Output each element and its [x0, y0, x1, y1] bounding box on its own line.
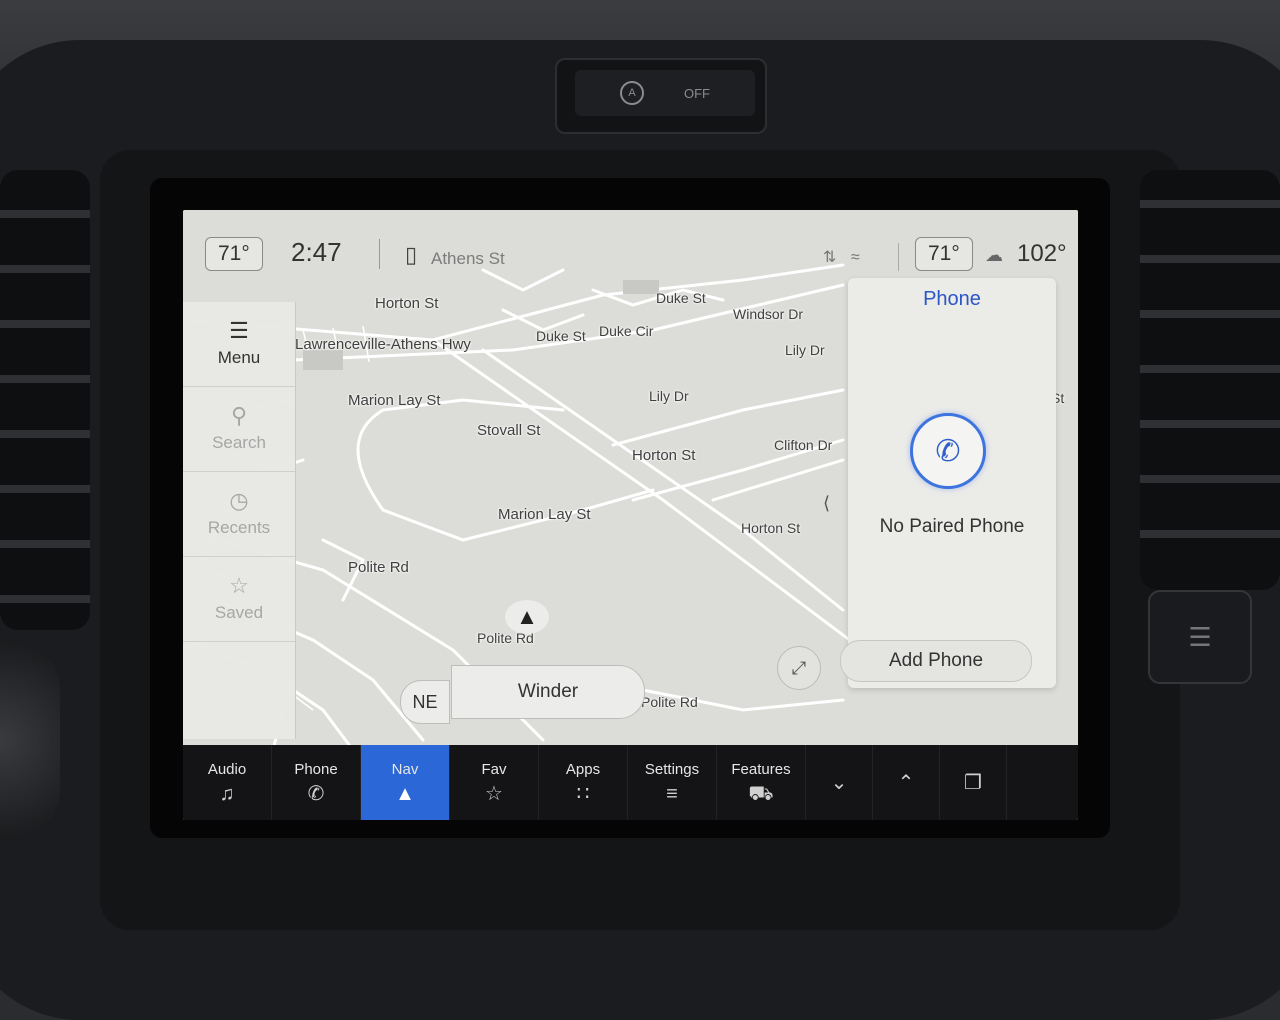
fullscreen-map-button[interactable]: ⤢ — [777, 646, 821, 690]
street-label: Polite Rd — [641, 694, 698, 710]
current-area-label: Winder — [451, 665, 645, 719]
apps-grid-icon: ∷ — [576, 783, 590, 805]
phone-icon: ✆ — [307, 783, 325, 805]
bottom-phone-label: Phone — [294, 761, 338, 778]
street-label: Windsor Dr — [733, 306, 804, 322]
bottom-nav-bar: Audio ♫ Phone ✆ Nav ▲ Fav ☆ Apps ∷ Setti… — [183, 745, 1078, 820]
left-air-vent — [0, 170, 90, 630]
star-icon: ☆ — [229, 573, 249, 598]
vehicle-position-icon: ▲ — [505, 600, 549, 634]
bottom-settings-button[interactable]: Settings ≡ — [628, 745, 717, 820]
status-icons: ⇅ ≈ — [823, 247, 870, 267]
nav-side-panel: ☰ Menu ⚲ Search ◷ Recents ☆ Saved — [183, 302, 296, 739]
nav-search-label: Search — [212, 433, 266, 452]
data-transfer-icon: ⇅ — [823, 249, 837, 266]
bottom-features-label: Features — [731, 761, 791, 778]
music-note-icon: ♫ — [219, 783, 235, 805]
outside-temp: 102° — [1017, 240, 1067, 267]
street-label: Duke St — [536, 328, 586, 344]
layers-icon: ❐ — [964, 771, 982, 794]
street-label: Horton St — [632, 447, 696, 464]
nav-saved-button[interactable]: ☆ Saved — [183, 557, 295, 642]
street-label: Lawrenceville-Athens Hwy — [295, 336, 471, 353]
infotainment-screen: Horton St Lawrenceville-Athens Hwy Duke … — [183, 210, 1078, 820]
nav-menu-label: Menu — [217, 348, 261, 367]
cabin-temp-badge[interactable]: 71° — [205, 237, 263, 271]
star-plus-icon: ☆ — [485, 783, 503, 805]
right-air-vent — [1140, 170, 1280, 590]
street-label: Clifton Dr — [774, 437, 833, 453]
status-bar: 71° 2:47 ▯ Athens St ⇅ ≈ 71° ☁ 102° — [183, 225, 1078, 275]
bottom-fav-label: Fav — [481, 761, 507, 778]
clock-icon: ◷ — [229, 488, 249, 513]
bottom-audio-button[interactable]: Audio ♫ — [183, 745, 272, 820]
street-label: Duke St — [656, 290, 706, 306]
phone-icon[interactable]: ✆ — [910, 413, 986, 489]
bottom-settings-label: Settings — [644, 761, 700, 778]
lines-icon: ☰ — [1188, 621, 1212, 652]
bottom-apps-label: Apps — [565, 761, 601, 778]
app-switcher-button[interactable]: ❐ — [940, 745, 1007, 820]
bottom-nav-label: Nav — [391, 761, 419, 778]
bottom-features-button[interactable]: Features ⛟ — [717, 745, 806, 820]
street-label: Marion Lay St — [348, 392, 441, 409]
truck-icon: ⛟ — [748, 783, 774, 805]
scroll-down-button[interactable]: ⌄ — [806, 745, 873, 820]
auto-start-stop-icon: A — [620, 81, 644, 105]
side-menu-button[interactable]: ☰ — [1148, 590, 1252, 684]
street-label: Horton St — [375, 295, 439, 312]
volume-knob[interactable] — [0, 640, 60, 840]
sliders-icon: ≡ — [666, 783, 678, 805]
phone-battery-icon: ▯ — [405, 242, 418, 267]
collapse-panel-chevron-icon[interactable]: ⟨ — [823, 493, 830, 514]
bottom-fav-button[interactable]: Fav ☆ — [450, 745, 539, 820]
nav-recents-label: Recents — [207, 518, 271, 537]
cloud-icon: ☁ — [985, 245, 1003, 265]
climate-temp-badge[interactable]: 71° — [915, 237, 973, 271]
street-label: Duke Cir — [599, 323, 654, 339]
climate-temp: 71° — [928, 242, 960, 265]
cabin-temp: 71° — [218, 242, 250, 265]
nav-menu-button[interactable]: ☰ Menu — [183, 302, 295, 387]
bottom-nav-button[interactable]: Nav ▲ — [361, 745, 450, 820]
auto-start-stop-button[interactable]: A OFF — [575, 70, 755, 116]
street-label: Lily Dr — [649, 388, 689, 404]
status-divider — [898, 243, 899, 271]
street-label: Marion Lay St — [498, 506, 591, 523]
phone-panel: Phone ✆ No Paired Phone Add Phone — [840, 278, 1056, 688]
street-label: Horton St — [741, 520, 801, 536]
nav-recents-button[interactable]: ◷ Recents — [183, 472, 295, 557]
chevron-up-icon: ⌃ — [897, 771, 915, 794]
bottom-apps-button[interactable]: Apps ∷ — [539, 745, 628, 820]
clock: 2:47 — [291, 237, 342, 267]
phone-panel-title[interactable]: Phone — [848, 288, 1056, 311]
bottom-phone-button[interactable]: Phone ✆ — [272, 745, 361, 820]
auto-start-stop-off-label: OFF — [684, 85, 710, 101]
search-icon: ⚲ — [230, 403, 248, 428]
street-label: Polite Rd — [348, 559, 409, 576]
wifi-icon: ≈ — [850, 249, 860, 266]
nav-search-button[interactable]: ⚲ Search — [183, 387, 295, 472]
status-divider — [379, 239, 380, 269]
current-street: Athens St — [431, 249, 505, 268]
nav-saved-label: Saved — [214, 603, 264, 622]
navigation-icon: ▲ — [395, 783, 415, 805]
expand-icon: ⤢ — [791, 657, 807, 678]
chevron-down-icon: ⌄ — [830, 771, 848, 794]
compass-heading[interactable]: NE — [400, 680, 450, 724]
add-phone-button[interactable]: Add Phone — [840, 640, 1032, 682]
street-label: Stovall St — [477, 422, 541, 439]
street-label: Lily Dr — [785, 342, 825, 358]
bottom-audio-label: Audio — [207, 761, 247, 778]
menu-icon: ☰ — [229, 318, 249, 343]
phone-status: No Paired Phone — [879, 516, 1025, 537]
scroll-up-button[interactable]: ⌃ — [873, 745, 940, 820]
